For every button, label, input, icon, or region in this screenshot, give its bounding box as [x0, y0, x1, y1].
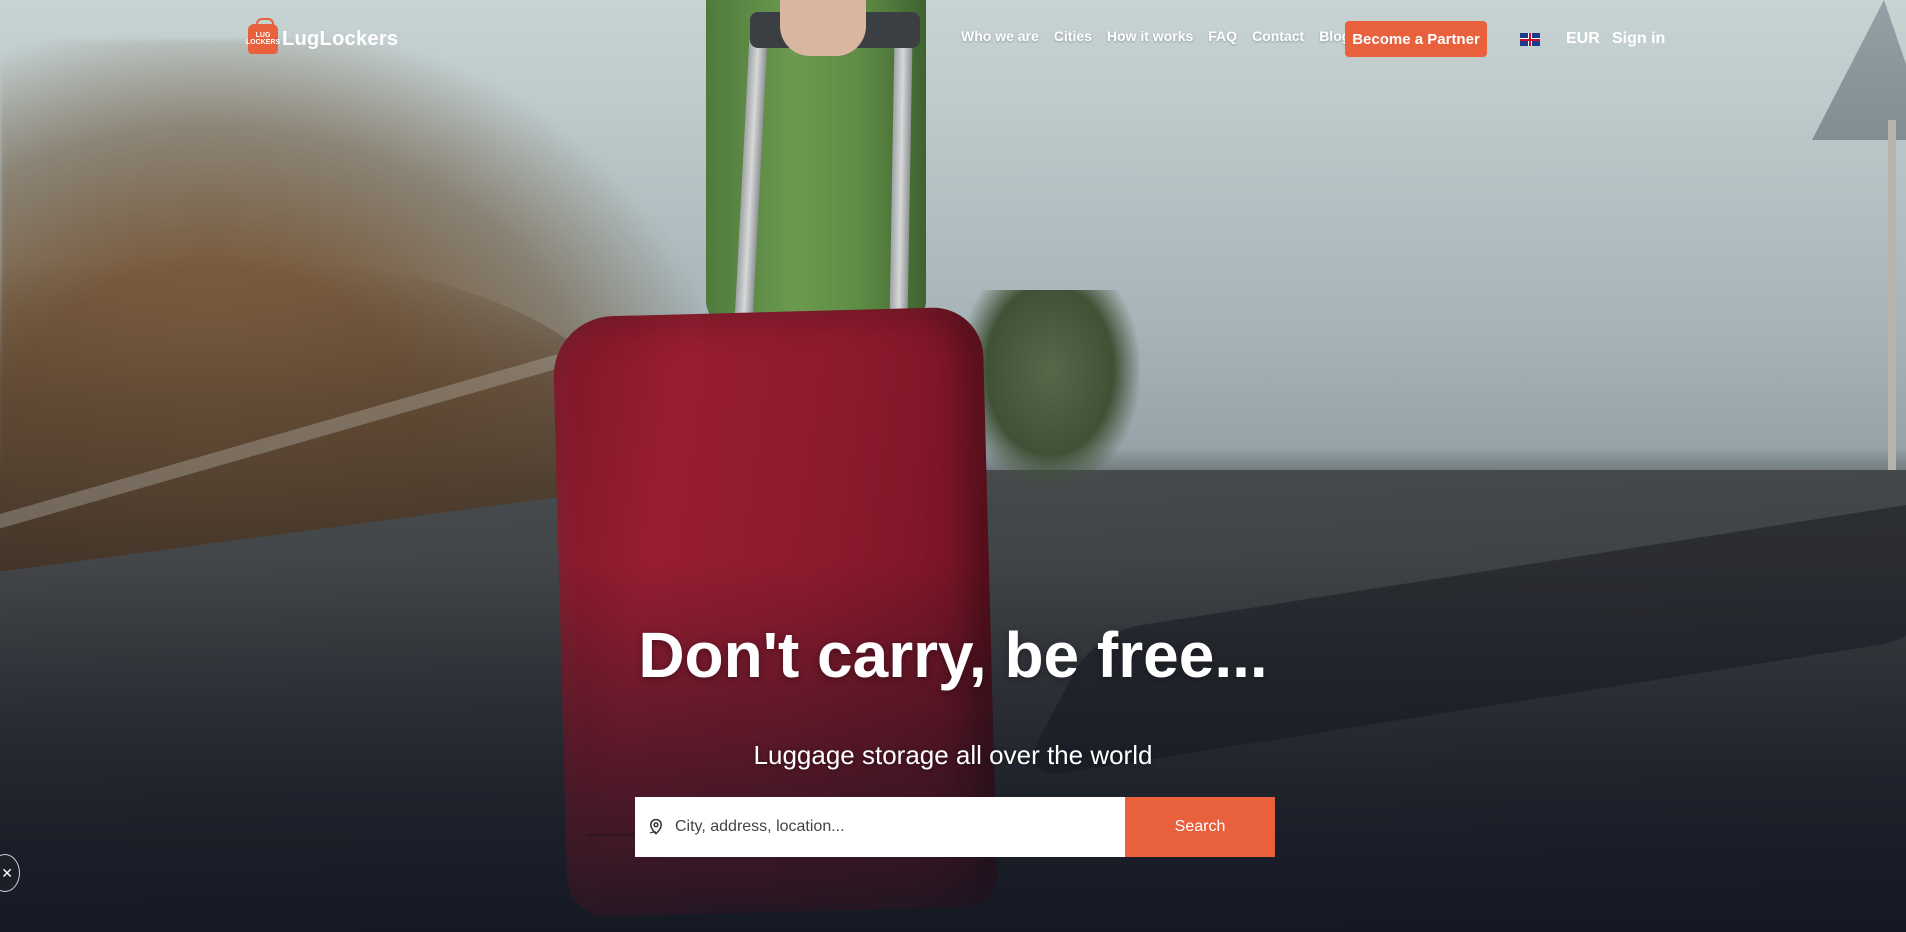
search-button[interactable]: Search: [1125, 797, 1275, 857]
uk-flag-icon[interactable]: [1520, 33, 1540, 46]
sign-in-link[interactable]: Sign in: [1612, 30, 1665, 48]
hero-section: LUG LOCKERS LugLockers Who we are Cities…: [0, 0, 1906, 932]
nav-item-faq[interactable]: FAQ: [1208, 28, 1237, 44]
logo-icon: LUG LOCKERS: [246, 18, 280, 54]
main-nav: Who we are Cities How it works FAQ Conta…: [961, 28, 1350, 44]
become-partner-button[interactable]: Become a Partner: [1345, 21, 1487, 57]
hero-overlay: [0, 0, 1906, 932]
search-form: Search: [635, 797, 1275, 857]
nav-item-contact[interactable]: Contact: [1252, 28, 1304, 44]
currency-selector[interactable]: EUR: [1566, 30, 1600, 48]
location-pin-icon: [649, 818, 663, 835]
logo-text: LugLockers: [282, 27, 399, 50]
logo-link[interactable]: LUG LOCKERS LugLockers: [246, 18, 399, 56]
search-field[interactable]: [635, 797, 1125, 857]
nav-item-cities[interactable]: Cities: [1054, 28, 1092, 44]
nav-item-how-it-works[interactable]: How it works: [1107, 28, 1193, 44]
hero-subline: Luggage storage all over the world: [753, 740, 1153, 770]
search-input[interactable]: [675, 818, 1115, 836]
nav-item-who-we-are[interactable]: Who we are: [961, 28, 1039, 44]
hero-headline: Don't carry, be free...: [638, 619, 1268, 691]
site-header: LUG LOCKERS LugLockers Who we are Cities…: [0, 0, 1906, 80]
